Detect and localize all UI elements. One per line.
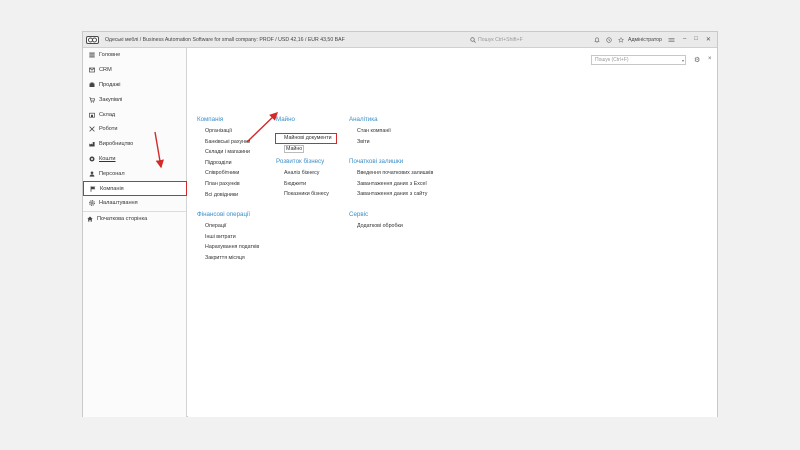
tools-icon: [89, 126, 95, 133]
sidebar-item-label: CRM: [99, 67, 112, 74]
purchases-icon: [89, 97, 95, 103]
factory-icon: [89, 141, 95, 147]
sidebar-item-label: Головне: [99, 52, 121, 59]
sidebar-item-production[interactable]: Виробництво: [83, 137, 186, 152]
menu-icon: [89, 52, 95, 58]
search-icon: [470, 36, 476, 43]
group-title: Початкові залишки: [349, 158, 404, 165]
link-operations[interactable]: Операції: [197, 221, 259, 232]
link-organizations[interactable]: Організації: [197, 126, 250, 137]
sidebar-item-label: Кошти: [99, 155, 116, 162]
group-title: Сервіс: [349, 211, 369, 218]
sidebar-item-label: Склад: [99, 111, 116, 118]
link-enter-opening-balances[interactable]: Введення початкових залишків: [349, 168, 433, 179]
group-title: Майно: [276, 116, 295, 123]
maximize-icon[interactable]: □: [694, 36, 698, 43]
group-analytics: Аналітика Стан компанії Звіти: [349, 116, 391, 147]
group-business-development: Розвиток бізнесу Аналіз бізнесу Бюджети …: [276, 158, 329, 200]
sales-icon: [89, 82, 95, 88]
user-name[interactable]: Адміністратор: [628, 37, 662, 43]
link-all-directories[interactable]: Всі довідники: [197, 190, 250, 201]
group-finance: Фінансові операції Операції Інші витрати…: [197, 211, 259, 263]
sidebar-item-company[interactable]: Компанія: [83, 181, 187, 196]
sidebar-item-crm[interactable]: CRM: [83, 63, 186, 78]
section-search-input[interactable]: Пошук (Ctrl+F) ▾: [591, 55, 686, 65]
link-import-from-site[interactable]: Завантаження даних з сайту: [349, 189, 433, 200]
home-page-label: Початкова сторінка: [97, 215, 148, 222]
title-bar-icons: Адміністратор: [594, 36, 675, 43]
sidebar-item-label: Роботи: [99, 126, 118, 133]
link-employees[interactable]: Співробітники: [197, 168, 250, 179]
flag-icon: [90, 185, 96, 192]
link-property-documents[interactable]: Майнові документи: [275, 133, 337, 144]
app-logo-icon[interactable]: [83, 32, 101, 48]
sidebar-item-label: Виробництво: [99, 141, 134, 148]
sidebar-item-label: Компанія: [100, 185, 124, 192]
sidebar-item-works[interactable]: Роботи: [83, 122, 186, 137]
link-business-indicators[interactable]: Показники бізнесу: [276, 189, 329, 200]
group-opening-balances: Початкові залишки Введення початкових за…: [349, 158, 433, 200]
link-chart-of-accounts[interactable]: План рахунків: [197, 179, 250, 190]
minimize-icon[interactable]: –: [683, 36, 686, 43]
link-additional-processing[interactable]: Додаткові обробки: [349, 221, 403, 232]
gear-icon[interactable]: ⚙: [694, 56, 700, 64]
sidebar-item-label: Закупівлі: [99, 96, 123, 103]
link-reports[interactable]: Звіти: [349, 137, 391, 148]
sidebar-item-staff[interactable]: Персонал: [83, 166, 186, 181]
main-panel: Пошук (Ctrl+F) ▾ ⚙ × Компанія Організаці…: [188, 48, 717, 417]
sidebar-item-label: Персонал: [99, 170, 125, 177]
sidebar-item-sales[interactable]: Продажі: [83, 78, 186, 93]
section-search-placeholder: Пошук (Ctrl+F): [595, 57, 629, 63]
link-property-label: Майно: [284, 145, 305, 153]
window-controls: – □ ✕: [683, 36, 711, 43]
group-title: Розвиток бізнесу: [276, 158, 325, 165]
link-month-closing[interactable]: Закриття місяця: [197, 253, 259, 264]
gear-icon: [89, 200, 95, 207]
sidebar: Головне CRM Продажі Закупівлі Склад Робо…: [83, 48, 187, 417]
link-import-from-excel[interactable]: Завантаження даних з Excel: [349, 179, 433, 190]
close-icon[interactable]: ×: [708, 56, 712, 62]
sidebar-item-warehouse[interactable]: Склад: [83, 107, 186, 122]
money-icon: [89, 156, 95, 162]
history-icon[interactable]: [606, 36, 612, 43]
title-bar: Одеські меблі / Business Automation Soft…: [83, 32, 717, 48]
home-page-link[interactable]: Початкова сторінка: [83, 212, 186, 226]
star-icon[interactable]: [618, 36, 624, 43]
sidebar-item-money[interactable]: Кошти: [83, 152, 186, 167]
global-search-placeholder: Пошук Ctrl+Shift+F: [478, 36, 523, 43]
group-title: Аналітика: [349, 116, 378, 123]
link-warehouses-stores[interactable]: Склади і магазини: [197, 147, 250, 158]
link-business-analysis[interactable]: Аналіз бізнесу: [276, 168, 329, 179]
bell-icon[interactable]: [594, 37, 600, 43]
link-other-expenses[interactable]: Інші витрати: [197, 232, 259, 243]
close-icon[interactable]: ✕: [706, 36, 711, 43]
app-window: Одеські меблі / Business Automation Soft…: [82, 31, 718, 417]
crm-icon: [89, 67, 95, 73]
link-property[interactable]: Майно: [276, 144, 337, 155]
sidebar-item-label: Налаштування: [99, 200, 138, 207]
sidebar-item-settings[interactable]: Налаштування: [83, 196, 186, 211]
chevron-down-icon[interactable]: ▾: [682, 58, 684, 63]
global-search[interactable]: Пошук Ctrl+Shift+F: [470, 37, 580, 43]
warehouse-icon: [89, 112, 95, 118]
link-bank-accounts[interactable]: Банківські рахунки: [197, 137, 250, 148]
link-departments[interactable]: Підрозділи: [197, 158, 250, 169]
sidebar-item-purchases[interactable]: Закупівлі: [83, 92, 186, 107]
window-title: Одеські меблі / Business Automation Soft…: [105, 36, 345, 43]
group-property: Майно Майнові документи Майно: [275, 116, 337, 155]
group-company: Компанія Організації Банківські рахунки …: [197, 116, 250, 200]
home-icon: [87, 216, 93, 222]
link-tax-accrual[interactable]: Нарахування податків: [197, 242, 259, 253]
group-service: Сервіс Додаткові обробки: [349, 211, 403, 232]
group-title: Компанія: [197, 116, 224, 123]
link-budgets[interactable]: Бюджети: [276, 179, 329, 190]
link-company-status[interactable]: Стан компанії: [349, 126, 391, 137]
person-icon: [89, 171, 95, 177]
sidebar-item-main[interactable]: Головне: [83, 48, 186, 63]
settings-menu-icon[interactable]: [668, 37, 675, 43]
group-title: Фінансові операції: [197, 211, 251, 218]
sidebar-item-label: Продажі: [99, 81, 121, 88]
